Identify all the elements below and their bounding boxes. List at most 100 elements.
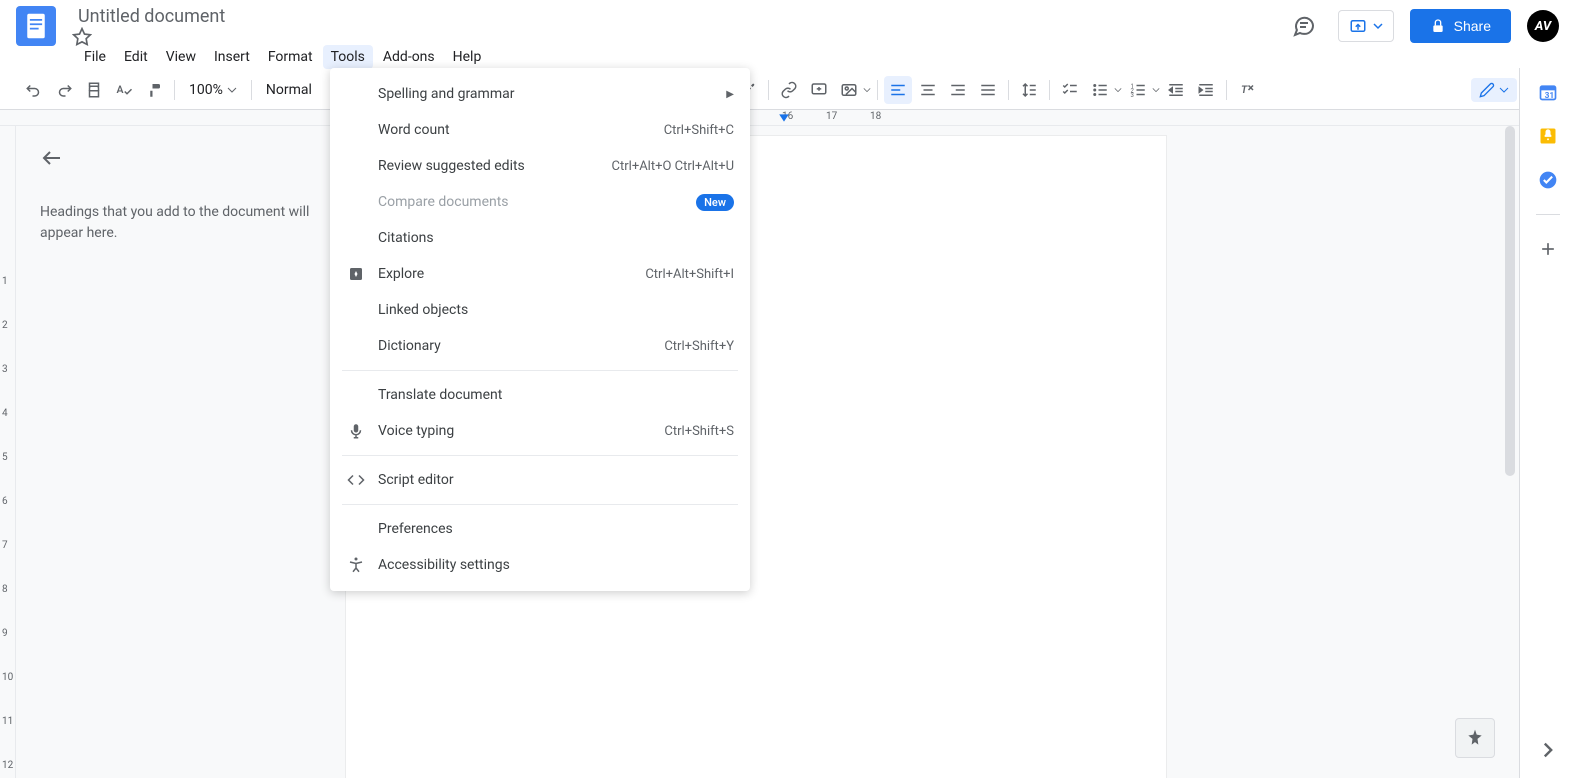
present-button[interactable]	[1338, 10, 1394, 42]
new-badge: New	[696, 194, 734, 211]
align-right-button[interactable]	[944, 76, 972, 104]
menu-insert[interactable]: Insert	[206, 45, 258, 69]
vruler-tick: 2	[2, 320, 8, 331]
title-area: Untitled document	[72, 6, 1286, 47]
menu-edit[interactable]: Edit	[116, 45, 156, 69]
mic-icon	[346, 422, 366, 440]
vruler-tick: 11	[2, 716, 13, 727]
main-area: 123456789101112 Headings that you add to…	[0, 126, 1575, 778]
explore-fab[interactable]	[1455, 718, 1495, 758]
separator	[877, 80, 878, 100]
star-icon[interactable]	[72, 27, 1286, 47]
shortcut-label: Ctrl+Alt+Shift+I	[645, 267, 734, 282]
right-indent-marker[interactable]	[778, 112, 790, 124]
outline-hint: Headings that you add to the document wi…	[40, 202, 312, 244]
share-label: Share	[1454, 18, 1491, 34]
menu-item-label: Spelling and grammar	[378, 86, 726, 102]
tools-menu-dropdown: Spelling and grammar▶Word countCtrl+Shif…	[330, 68, 750, 591]
tools-item-script-editor[interactable]: Script editor	[330, 462, 750, 498]
print-button[interactable]	[80, 76, 108, 104]
tools-item-linked-objects[interactable]: Linked objects	[330, 292, 750, 328]
bulleted-list-button[interactable]	[1086, 76, 1122, 104]
svg-text:T: T	[1241, 83, 1248, 96]
menu-item-label: Voice typing	[378, 423, 664, 439]
tasks-icon[interactable]	[1538, 170, 1558, 190]
tools-item-voice-typing[interactable]: Voice typingCtrl+Shift+S	[330, 413, 750, 449]
menu-view[interactable]: View	[158, 45, 204, 69]
menu-item-label: Dictionary	[378, 338, 664, 354]
vruler-tick: 4	[2, 408, 8, 419]
zoom-select[interactable]: 100%	[181, 78, 245, 102]
menu-separator	[342, 455, 738, 456]
insert-image-button[interactable]	[835, 76, 871, 104]
separator	[174, 80, 175, 100]
comments-icon[interactable]	[1286, 8, 1322, 44]
menu-item-label: Word count	[378, 122, 664, 138]
clear-formatting-button[interactable]: T	[1233, 76, 1261, 104]
tools-item-citations[interactable]: Citations	[330, 220, 750, 256]
calendar-icon[interactable]: 31	[1538, 82, 1558, 102]
align-left-button[interactable]	[884, 76, 912, 104]
tools-item-accessibility-settings[interactable]: Accessibility settings	[330, 547, 750, 583]
undo-button[interactable]	[20, 76, 48, 104]
align-justify-button[interactable]	[974, 76, 1002, 104]
increase-indent-button[interactable]	[1192, 76, 1220, 104]
chevron-down-icon	[1114, 86, 1122, 94]
shortcut-label: Ctrl+Shift+C	[664, 123, 734, 138]
menu-item-label: Translate document	[378, 387, 734, 403]
menu-item-label: Accessibility settings	[378, 557, 734, 573]
redo-button[interactable]	[50, 76, 78, 104]
tools-item-explore[interactable]: ExploreCtrl+Alt+Shift+I	[330, 256, 750, 292]
menu-item-label: Script editor	[378, 472, 734, 488]
chevron-down-icon	[1373, 21, 1383, 31]
chevron-down-icon	[863, 86, 871, 94]
header-actions: Share AV	[1286, 8, 1559, 44]
tools-item-spelling-and-grammar[interactable]: Spelling and grammar▶	[330, 76, 750, 112]
menu-item-label: Linked objects	[378, 302, 734, 318]
menu-help[interactable]: Help	[445, 45, 490, 69]
align-center-button[interactable]	[914, 76, 942, 104]
checklist-button[interactable]	[1056, 76, 1084, 104]
outline-back-button[interactable]	[40, 146, 64, 170]
vertical-scrollbar[interactable]	[1505, 126, 1515, 476]
insert-comment-button[interactable]	[805, 76, 833, 104]
chevron-down-icon	[227, 85, 237, 95]
horizontal-ruler[interactable]: 89101112131415161718	[0, 110, 1575, 126]
menu-add-ons[interactable]: Add-ons	[375, 45, 443, 69]
menu-tools[interactable]: Tools	[323, 45, 373, 69]
tools-item-dictionary[interactable]: DictionaryCtrl+Shift+Y	[330, 328, 750, 364]
spellcheck-button[interactable]: A	[110, 76, 138, 104]
chevron-down-icon	[1152, 86, 1160, 94]
chevron-down-icon	[1499, 85, 1509, 95]
tools-item-preferences[interactable]: Preferences	[330, 511, 750, 547]
keep-icon[interactable]	[1538, 126, 1558, 146]
menu-separator	[342, 504, 738, 505]
paint-format-button[interactable]	[140, 76, 168, 104]
submenu-arrow-icon: ▶	[726, 89, 734, 100]
add-addon-icon[interactable]	[1538, 239, 1558, 259]
side-panel-expand-button[interactable]	[1540, 742, 1556, 758]
menu-file[interactable]: File	[76, 45, 114, 69]
shortcut-label: Ctrl+Shift+S	[664, 424, 734, 439]
numbered-list-button[interactable]: 123	[1124, 76, 1160, 104]
editing-mode-button[interactable]	[1471, 78, 1517, 102]
avatar[interactable]: AV	[1527, 10, 1559, 42]
insert-link-button[interactable]	[775, 76, 803, 104]
vruler-tick: 10	[2, 672, 13, 683]
paragraph-style-select[interactable]: Normal	[258, 78, 320, 102]
vruler-tick: 7	[2, 540, 8, 551]
menu-format[interactable]: Format	[260, 45, 321, 69]
line-spacing-button[interactable]	[1015, 76, 1043, 104]
shortcut-label: Ctrl+Shift+Y	[664, 339, 734, 354]
tools-item-review-suggested-edits[interactable]: Review suggested editsCtrl+Alt+O Ctrl+Al…	[330, 148, 750, 184]
menu-item-label: Citations	[378, 230, 734, 246]
vertical-ruler[interactable]: 123456789101112	[0, 126, 16, 778]
docs-logo-icon[interactable]	[16, 6, 56, 46]
separator	[768, 80, 769, 100]
document-title[interactable]: Untitled document	[78, 6, 225, 27]
menu-item-label: Compare documents	[378, 194, 696, 210]
share-button[interactable]: Share	[1410, 9, 1511, 43]
tools-item-word-count[interactable]: Word countCtrl+Shift+C	[330, 112, 750, 148]
tools-item-translate-document[interactable]: Translate document	[330, 377, 750, 413]
decrease-indent-button[interactable]	[1162, 76, 1190, 104]
